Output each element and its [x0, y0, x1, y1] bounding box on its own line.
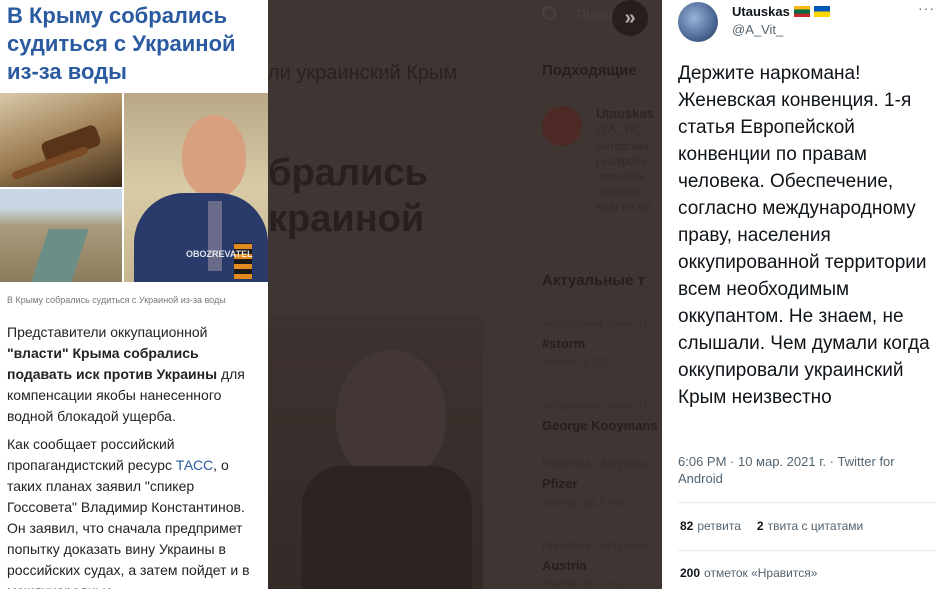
bg-article-headline: брались краиной [268, 150, 428, 242]
likes-count: 200 [680, 566, 701, 580]
quotes-stat[interactable]: 2 твита с цитатами [757, 519, 863, 533]
bg-headline: ли украинский Крым [268, 62, 458, 84]
trend-item[interactable]: Политика · Актуальн Pfizer Твитов: 92,2 … [542, 458, 648, 509]
tweet-meta: 6:06 PM · 10 мар. 2021 г. · Twitter for … [678, 454, 895, 486]
tweet-stats: 82 ретвита 2 твита с цитатами [680, 519, 863, 533]
avatar[interactable] [542, 106, 582, 146]
trend-item[interactable]: Актуальные темы: Н #storm Твитов: 1 761 [542, 318, 647, 369]
tweet-author-handle[interactable]: @A_Vit_ [732, 22, 783, 37]
article-panel: В Крыму собрались судиться с Украиной из… [0, 0, 268, 589]
suggested-user-bio: Литовская русофоби честь//Ли свободы иде… [596, 140, 650, 215]
trend-item[interactable]: Политика · Актуальн Austria Твитов: 20,4… [542, 540, 648, 589]
more-options-icon[interactable]: ··· [918, 0, 935, 16]
tweet-panel: Utauskas @A_Vit_ ··· Держите наркомана! … [662, 0, 936, 589]
bg-sidebar: Подходящие Utauskas @A_Vit_ Литовская ру… [542, 62, 662, 589]
trend-name[interactable]: George Kooymans [542, 418, 658, 433]
divider [678, 550, 936, 551]
bio-line: идет на бо [596, 201, 651, 213]
paragraph-text: , о таких планах заявил "спикер Госсовет… [7, 457, 250, 589]
quotes-label: твита с цитатами [767, 519, 864, 533]
divider [678, 502, 936, 503]
bg-photo [268, 316, 483, 589]
article-title[interactable]: В Крыму собрались судиться с Украиной из… [7, 2, 265, 86]
bio-line: русофоби [596, 156, 647, 168]
trend-name[interactable]: Austria [542, 558, 648, 573]
bio-line: Литовская [596, 141, 649, 153]
article-body: Представители оккупационной "власти" Кры… [7, 322, 265, 589]
bg-headline-line: брались [268, 152, 428, 194]
likes-label: отметок «Нравится» [704, 566, 818, 580]
retweets-label: ретвита [697, 519, 741, 533]
tweet-author-name[interactable]: Utauskas [732, 4, 830, 19]
background-page: ли украинский Крым брались краиной Поиск… [268, 0, 662, 589]
tweet-date[interactable]: 10 мар. 2021 г. [738, 454, 826, 469]
speaker-photo: OBOZREVATEL [124, 93, 268, 282]
avatar[interactable] [678, 2, 718, 42]
trend-count: Твитов: 92,2 тыс. [542, 497, 630, 509]
trend-item[interactable]: Актуальные темы: Н George Kooymans [542, 400, 658, 433]
suggested-user-handle: @A_Vit_ [596, 122, 644, 136]
lithuania-flag-icon [793, 6, 810, 17]
tass-link[interactable]: ТАСС [176, 457, 213, 473]
screenshot-root: ли украинский Крым брались краиной Поиск… [0, 0, 936, 589]
bg-headline-line: краиной [268, 198, 425, 240]
article-image: OBOZREVATEL [0, 93, 268, 282]
search-input[interactable]: Поиск [576, 6, 615, 22]
quotes-count: 2 [756, 519, 764, 533]
canal-photo [0, 189, 122, 282]
bio-line: честь//Ли [596, 171, 644, 183]
tweet-time[interactable]: 6:06 PM [678, 454, 726, 469]
trend-context: Политика · Актуальн [542, 458, 648, 470]
suggested-user-name[interactable]: Utauskas [596, 106, 654, 121]
image-caption: В Крыму собрались судиться с Украиной из… [7, 295, 226, 305]
trend-context: Актуальные темы: Н [542, 318, 647, 330]
bg-photo-body [302, 466, 472, 589]
trend-count: Твитов: 20,4 тыс. [542, 579, 630, 589]
search-icon[interactable] [542, 6, 556, 20]
bg-photo-head [336, 350, 446, 480]
retweets-count: 82 [680, 519, 694, 533]
ukraine-flag-icon [813, 6, 830, 17]
expand-chevron-button[interactable]: » [612, 0, 648, 36]
trends-title: Актуальные т [542, 272, 646, 289]
speaker-tie [208, 201, 222, 271]
suggested-title: Подходящие [542, 62, 637, 79]
bio-line: свободы [596, 186, 640, 198]
tweet-text: Держите наркомана! Женевская конвенция. … [678, 63, 930, 408]
canal-water [31, 229, 89, 282]
paragraph-text: Представители оккупационной [7, 324, 208, 340]
display-name[interactable]: Utauskas [732, 4, 790, 19]
article-paragraph: Представители оккупационной "власти" Кры… [7, 322, 265, 427]
likes-stat[interactable]: 200 отметок «Нравится» [680, 566, 817, 580]
article-paragraph: Как сообщает российский пропагандистский… [7, 434, 265, 589]
trend-context: Актуальные темы: Н [542, 400, 647, 412]
speaker-head [182, 115, 246, 197]
trend-context: Политика · Актуальн [542, 540, 648, 552]
watermark-logo: OBOZREVATEL [186, 249, 253, 259]
paragraph-text: Как сообщает российский пропагандистский… [7, 436, 176, 473]
trend-count: Твитов: 1 761 [542, 357, 611, 369]
retweets-stat[interactable]: 82 ретвита [680, 519, 741, 533]
gavel-photo [0, 93, 122, 187]
paragraph-bold: "власти" Крыма собрались подавать иск пр… [7, 345, 218, 382]
trend-name[interactable]: #storm [542, 336, 647, 351]
trend-name[interactable]: Pfizer [542, 476, 648, 491]
